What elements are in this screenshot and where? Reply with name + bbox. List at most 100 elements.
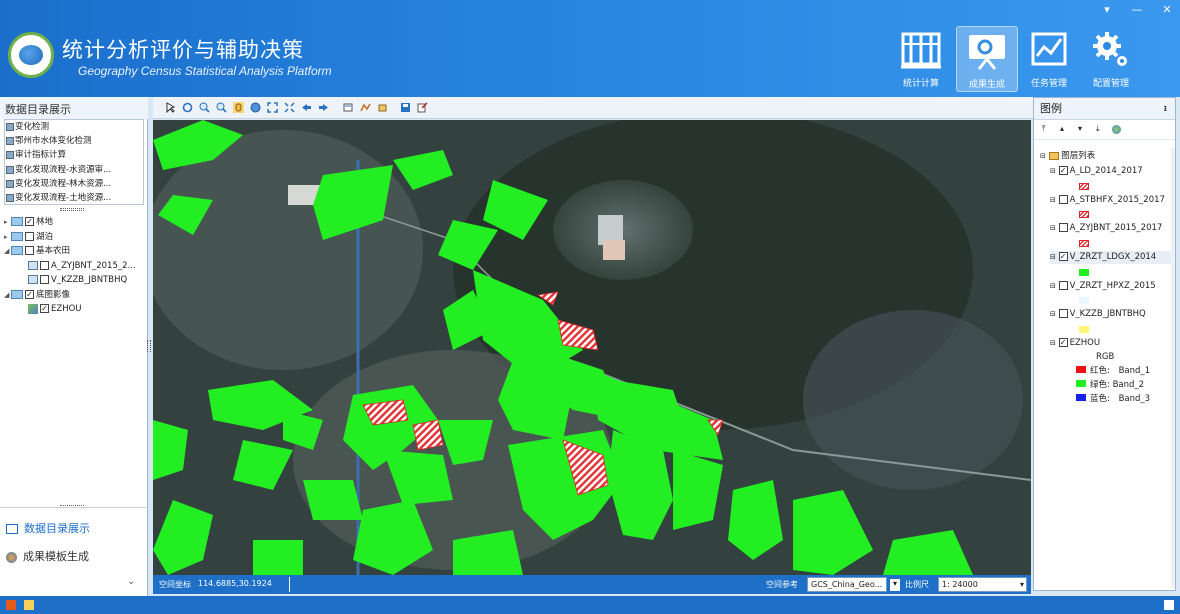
bottom-bar [0,596,1180,614]
expand-icon[interactable]: ▸ [4,230,11,244]
left-panel: 数据目录展示 变化检测 鄂州市水体变化检测 审计指标计算 变化发现流程-水资源审… [0,97,148,596]
scroll-down-icon[interactable]: ⌄ [127,576,135,587]
catalog-item[interactable]: 变化发现流程-林木资源... [5,177,143,191]
move-bottom-icon[interactable]: ⤓ [1096,124,1100,134]
checkbox[interactable]: ✓ [1058,252,1068,261]
tree-node-lake[interactable]: ▸ 湖泊 [4,230,53,244]
nav-data-catalog[interactable]: 数据目录展示 [6,520,90,536]
layers-folder-icon [1048,151,1059,160]
tree-node-ezhou[interactable]: ✓ EZHOU [28,302,82,316]
doc-icon [6,123,14,131]
spatial-ref-label: 空间参考 [766,580,798,589]
move-up-icon[interactable]: ▴ [1060,124,1064,133]
catalog-item[interactable]: 变化发现流程-水资源审... [5,163,143,177]
checkbox[interactable] [1058,281,1068,290]
rgb-label: RGB [1096,352,1115,362]
tree-node-forest[interactable]: ▸ ✓ 林地 [4,215,53,229]
spatial-ref-select[interactable]: GCS_China_Geo... [807,577,887,592]
map-canvas[interactable] [153,120,1031,575]
tree-node-zyjbnt[interactable]: A_ZYJBNT_2015_2... [28,259,136,273]
measure-icon[interactable] [360,102,371,113]
config-mgmt-button[interactable]: 配置管理 [1080,26,1142,92]
tree-node-basemap[interactable]: ◢ ✓ 底图影像 [4,288,70,302]
legend-layer-hpxz[interactable]: ⊟ V_ZRZT_HPXZ_2015 [1050,280,1156,293]
legend-layer-ldgx[interactable]: ⊟ ✓ V_ZRZT_LDGX_2014 [1050,251,1172,264]
save-icon[interactable] [400,102,411,113]
checkbox[interactable]: ✓ [40,304,49,313]
legend-root[interactable]: ⊟ 图层列表 [1040,150,1095,163]
globe-icon[interactable] [250,102,261,113]
back-arrow-icon[interactable] [301,102,312,113]
status-divider [289,577,290,592]
legend-layer-stbhfx[interactable]: ⊟ A_STBHFX_2015_2017 [1050,194,1165,207]
nav-template-gen[interactable]: 成果模板生成 [6,548,89,564]
catalog-item[interactable]: 鄂州市水体变化检测 [5,134,143,148]
folder-icon [11,217,23,226]
save-icon[interactable] [6,600,16,610]
fixed-zoom-icon[interactable] [284,102,295,113]
checkbox[interactable] [1058,309,1068,318]
checkbox[interactable] [25,246,34,255]
task-mgmt-label: 任务管理 [1030,79,1067,89]
splitter-grip[interactable] [60,208,84,211]
dropdown-arrow-icon[interactable]: ▾ [890,579,900,591]
catalog-item[interactable]: 变化检测 [5,120,143,134]
dropdown-icon[interactable]: ▾ [1098,3,1116,16]
export-icon[interactable] [24,600,34,610]
identify-icon[interactable] [343,102,354,113]
collapse-icon[interactable]: ◢ [4,288,11,302]
checkbox[interactable] [25,232,34,241]
result-gen-button[interactable]: 成果生成 [956,26,1018,92]
result-gen-label: 成果生成 [968,80,1005,90]
minimize-icon[interactable]: — [1128,3,1146,16]
scale-select[interactable]: 1: 24000 ▾ [938,577,1027,592]
refresh-icon[interactable] [182,102,193,113]
legend-scrollbar[interactable] [1171,148,1175,588]
panel-splitter-icon[interactable] [147,340,151,352]
collapse-icon[interactable]: ◢ [4,244,11,258]
legend-panel: 图例 ᵻ ⤒ ▴ ▾ ⤓ ⊟ 图层列表 ⊟ ✓ A_LD_2014_2017 ⊟ … [1033,97,1176,591]
export-icon[interactable] [417,102,428,113]
folder-icon [11,290,23,299]
close-icon[interactable]: ✕ [1158,3,1176,16]
doc-icon [6,165,14,174]
checkbox[interactable]: ✓ [1058,338,1068,347]
move-down-icon[interactable]: ▾ [1078,124,1082,133]
resize-grip-icon[interactable] [1164,600,1174,610]
legend-layer-ald[interactable]: ⊟ ✓ A_LD_2014_2017 [1050,165,1143,178]
checkbox[interactable] [40,275,49,284]
tree-node-farmland[interactable]: ◢ 基本农田 [4,244,70,258]
list-icon [6,524,18,534]
tree-node-kzzb[interactable]: V_KZZB_JBNTBHQ [28,273,127,287]
satellite-image[interactable] [153,120,1031,575]
zoom-out-icon[interactable] [216,102,227,113]
legend-layer-ezhou[interactable]: ⊟ ✓ EZHOU [1050,337,1100,350]
move-top-icon[interactable]: ⤒ [1042,124,1046,134]
checkbox[interactable] [1058,195,1068,204]
expand-icon[interactable]: ▸ [4,215,11,229]
legend-toolbar: ⤒ ▴ ▾ ⤓ [1034,120,1175,140]
forward-arrow-icon[interactable] [318,102,329,113]
legend-layer-kzzb[interactable]: ⊟ V_KZZB_JBNTBHQ [1050,308,1146,321]
checkbox[interactable] [1058,223,1068,232]
checkbox[interactable] [40,261,49,270]
full-extent-icon[interactable] [267,102,278,113]
pin-icon[interactable]: ᵻ [1164,98,1167,120]
task-mgmt-button[interactable]: 任务管理 [1018,26,1080,92]
checkbox[interactable]: ✓ [1058,166,1068,175]
zoom-in-icon[interactable] [199,102,210,113]
clear-icon[interactable] [377,102,388,113]
catalog-list: 变化检测 鄂州市水体变化检测 审计指标计算 变化发现流程-水资源审... 变化发… [4,119,144,205]
pan-hand-icon[interactable] [233,102,244,113]
select-arrow-icon[interactable] [165,102,176,113]
legend-layer-zyjbnt[interactable]: ⊟ A_ZYJBNT_2015_2017 [1050,222,1162,235]
catalog-item[interactable]: 变化发现流程-土地资源... [5,191,143,204]
stat-calc-button[interactable]: 统计计算 [890,26,952,92]
doc-icon [6,193,14,202]
checkbox[interactable]: ✓ [25,217,34,226]
checkbox[interactable]: ✓ [25,290,34,299]
catalog-item[interactable]: 审计指标计算 [5,148,143,162]
dropdown-arrow-icon[interactable]: ▾ [1020,578,1024,591]
refresh-layers-icon[interactable] [1112,125,1121,134]
doc-icon [6,137,14,146]
